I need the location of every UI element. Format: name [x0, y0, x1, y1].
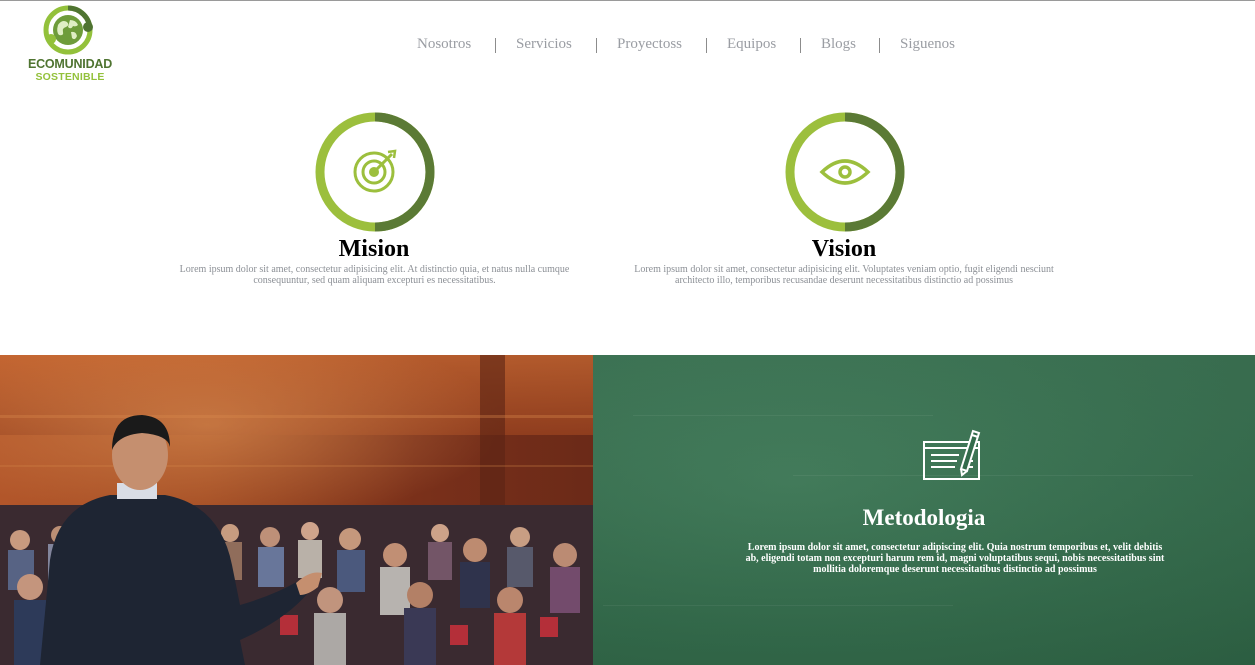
nav-servicios[interactable]: Servicios	[516, 36, 572, 53]
mision-ring	[315, 112, 435, 232]
eye-icon	[819, 159, 871, 185]
mision-text: Lorem ipsum dolor sit amet, consectetur …	[179, 264, 570, 286]
target-icon	[353, 149, 397, 193]
board-texture	[603, 605, 953, 606]
vision-ring	[785, 112, 905, 232]
nav-separator	[495, 38, 496, 53]
nav-separator	[596, 38, 597, 53]
nav-separator	[706, 38, 707, 53]
nav-equipos[interactable]: Equipos	[727, 36, 776, 53]
board-texture	[793, 475, 1193, 476]
nav-separator	[800, 38, 801, 53]
methodology-text: Lorem ipsum dolor sit amet, consectetur …	[745, 542, 1165, 575]
nav-nosotros[interactable]: Nosotros	[417, 36, 471, 53]
main-nav: Nosotros Servicios Proyectoss Equipos Bl…	[0, 36, 1255, 56]
nav-proyectos[interactable]: Proyectoss	[617, 36, 682, 53]
vision-text: Lorem ipsum dolor sit amet, consectetur …	[634, 264, 1054, 286]
mision-title: Mision	[338, 236, 410, 262]
logo-title: ECOMUNIDAD	[27, 57, 113, 71]
methodology-title: Metodologia	[862, 505, 986, 530]
logo-subtitle: SOSTENIBLE	[35, 71, 105, 83]
vision-title: Vision	[811, 236, 877, 262]
writing-pad-icon	[923, 429, 981, 480]
conference-image	[0, 355, 593, 665]
methodology-section: Metodologia Lorem ipsum dolor sit amet, …	[593, 355, 1255, 665]
top-border	[0, 0, 1255, 1]
nav-siguenos[interactable]: Siguenos	[900, 36, 955, 53]
board-texture	[633, 415, 933, 416]
nav-separator	[879, 38, 880, 53]
nav-blogs[interactable]: Blogs	[821, 36, 856, 53]
conference-photo	[0, 355, 593, 665]
